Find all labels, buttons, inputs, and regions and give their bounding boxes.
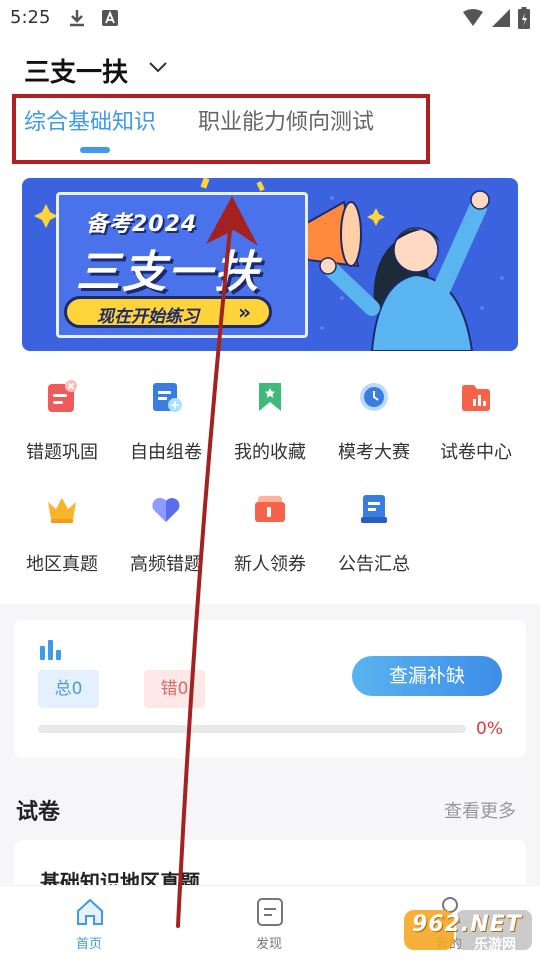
mock-exam-icon	[360, 383, 388, 411]
status-time: 5:25	[10, 7, 51, 28]
wifi-icon	[463, 9, 483, 26]
progress-bar	[38, 725, 466, 733]
notice-icon	[361, 495, 387, 523]
grid-item-label: 试卷中心	[440, 442, 512, 463]
grid-item-region-exams[interactable]: 地区真题	[14, 492, 110, 576]
tab-general-knowledge[interactable]: 综合基础知识	[24, 104, 156, 136]
home-icon	[77, 898, 103, 925]
grid-item-frequent-mistakes[interactable]: 高频错题	[118, 492, 214, 576]
chevron-down-icon[interactable]	[148, 60, 168, 74]
total-count-badge: 总0	[38, 670, 99, 708]
app-notification-icon	[102, 10, 118, 26]
grid-item-wrong-questions[interactable]: 错题巩固	[14, 380, 110, 464]
grid-item-free-paper[interactable]: 自由组卷	[118, 380, 214, 464]
grid-item-favorites[interactable]: 我的收藏	[222, 380, 318, 464]
start-practice-label: 现在开始练习	[97, 307, 199, 327]
watermark-subtext: 乐游网	[474, 937, 516, 953]
grid-item-new-user-coupon[interactable]: 新人领券	[222, 492, 318, 576]
free-paper-icon	[153, 383, 182, 412]
tab-aptitude-test[interactable]: 职业能力倾向测试	[198, 104, 374, 136]
status-bar: 5:25	[0, 0, 540, 36]
signal-icon	[492, 9, 510, 27]
favorites-icon	[259, 383, 281, 411]
heart-icon	[152, 498, 180, 522]
progress-percent: 0%	[476, 719, 503, 739]
battery-icon	[518, 7, 530, 29]
crown-icon	[48, 498, 76, 523]
watermark-logo: 962.NET 乐游网	[402, 906, 534, 956]
grid-item-label: 公告汇总	[338, 554, 410, 575]
grid-item-announcements[interactable]: 公告汇总	[326, 492, 422, 576]
grid-item-label: 新人领券	[234, 554, 306, 575]
bar-chart-icon	[40, 640, 61, 660]
papers-section-title: 试卷	[16, 800, 61, 825]
grid-item-paper-center[interactable]: 试卷中心	[428, 380, 524, 464]
grid-item-label: 模考大赛	[338, 442, 410, 463]
grid-item-label: 地区真题	[26, 554, 98, 575]
grid-item-label: 我的收藏	[234, 442, 306, 463]
paper-center-icon	[462, 385, 490, 411]
wrong-questions-icon	[48, 380, 77, 412]
grid-item-label: 错题巩固	[26, 442, 98, 463]
review-gaps-button[interactable]: 查漏补缺	[352, 656, 502, 696]
grid-item-mock-exam[interactable]: 模考大赛	[326, 380, 422, 464]
download-icon	[70, 10, 84, 27]
coupon-icon	[255, 496, 285, 522]
view-more-link[interactable]: 查看更多	[444, 797, 516, 823]
wrong-count-badge: 错0	[144, 670, 205, 708]
promo-banner[interactable]: 备考2024 三支一扶 现在开始练习 »	[22, 178, 518, 351]
discover-icon	[257, 898, 283, 926]
start-practice-button[interactable]: 现在开始练习 »	[64, 296, 272, 328]
active-tab-indicator	[80, 147, 110, 153]
nav-home-label[interactable]: 首页	[76, 933, 102, 952]
chevron-right-icon: »	[238, 300, 251, 324]
grid-item-label: 高频错题	[130, 554, 202, 575]
exam-type-title[interactable]: 三支一扶	[24, 52, 128, 89]
banner-headline: 三支一扶	[76, 247, 260, 298]
grid-item-label: 自由组卷	[130, 442, 202, 463]
nav-discover-label[interactable]: 发现	[256, 933, 282, 952]
banner-year-text: 备考2024	[86, 212, 198, 237]
